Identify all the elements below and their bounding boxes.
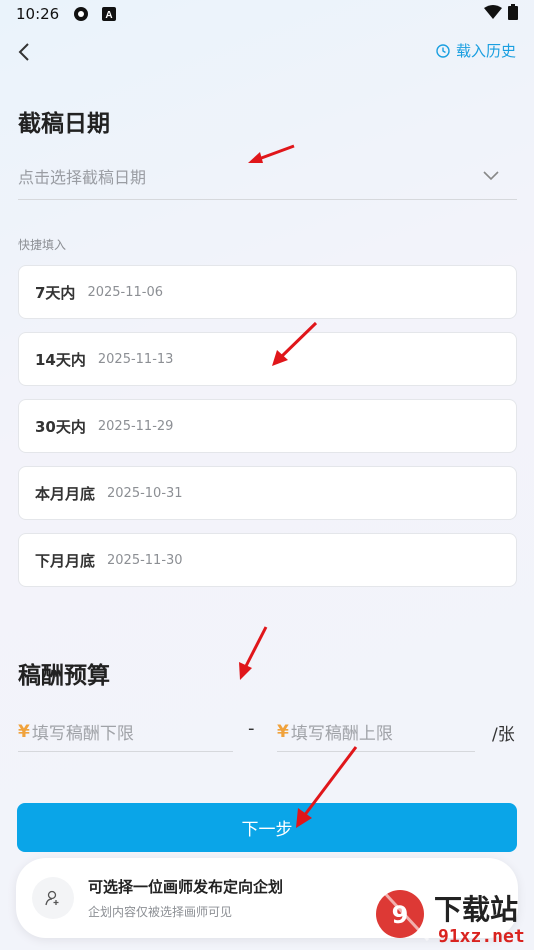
- status-bar: 10:26 A: [0, 0, 534, 28]
- fee-max-placeholder: 填写稿酬上限: [290, 724, 393, 744]
- artist-select-icon: [32, 877, 74, 919]
- fee-min-placeholder: 填写稿酬下限: [31, 724, 134, 744]
- wifi-icon: [484, 5, 502, 23]
- quick-item-month-end[interactable]: 本月月底 2025-10-31: [18, 466, 517, 520]
- quick-item-next-month-end[interactable]: 下月月底 2025-11-30: [18, 533, 517, 587]
- quick-item-date: 2025-11-13: [97, 351, 174, 367]
- quick-fill-label: 快捷填入: [18, 238, 67, 252]
- tip-subtitle: 企划内容仅被选择画师可见: [88, 905, 233, 919]
- clock-icon: [436, 43, 450, 58]
- annotation-arrow-icon: [239, 626, 268, 680]
- fee-unit: /张: [492, 725, 515, 745]
- back-button[interactable]: [12, 38, 36, 66]
- quick-item-label: 14天内: [35, 350, 86, 369]
- app-notification-icon: [73, 6, 89, 22]
- annotation-arrow-icon: [248, 144, 295, 163]
- quick-item-label: 30天内: [35, 417, 86, 436]
- site-watermark: 9 下载站 91xz.net: [372, 880, 534, 950]
- quick-item-label: 7天内: [35, 283, 76, 302]
- quick-item-label: 下月月底: [35, 551, 96, 570]
- quick-item-30-days[interactable]: 30天内 2025-11-29: [18, 399, 517, 453]
- fee-min-input[interactable]: ¥ 填写稿酬下限: [18, 712, 233, 752]
- quick-item-date: 2025-11-06: [87, 284, 163, 300]
- tip-title: 可选择一位画师发布定向企划: [88, 878, 284, 896]
- load-history-button[interactable]: 载入历史: [436, 40, 516, 61]
- back-arrow-icon: [18, 43, 29, 61]
- svg-text:A: A: [106, 10, 113, 21]
- watermark-domain: 91xz.net: [438, 926, 525, 947]
- load-history-label: 载入历史: [455, 42, 516, 60]
- currency-symbol: ¥: [18, 721, 30, 742]
- quick-item-date: 2025-10-31: [107, 485, 183, 501]
- quick-item-date: 2025-11-29: [97, 418, 174, 434]
- quick-item-7-days[interactable]: 7天内 2025-11-06: [18, 265, 517, 319]
- quick-item-date: 2025-11-30: [107, 552, 183, 568]
- a-notification-icon: A: [101, 6, 117, 22]
- annotation-arrow-icon: [272, 321, 318, 366]
- status-time: 10:26: [16, 5, 60, 23]
- chevron-down-icon: [483, 170, 499, 180]
- next-step-button[interactable]: 下一步: [17, 803, 517, 852]
- range-separator: -: [248, 718, 255, 739]
- deadline-title: 截稿日期: [18, 111, 110, 137]
- quick-item-label: 本月月底: [35, 484, 96, 503]
- annotation-arrow-icon: [296, 746, 358, 828]
- deadline-placeholder: 点击选择截稿日期: [18, 167, 147, 187]
- currency-symbol: ¥: [277, 721, 289, 742]
- tip-text: 可选择一位画师发布定向企划 企划内容仅被选择画师可见: [88, 876, 283, 920]
- budget-title: 稿酬预算: [18, 663, 110, 689]
- watermark-title: 下载站: [434, 893, 519, 926]
- battery-icon: [508, 4, 518, 24]
